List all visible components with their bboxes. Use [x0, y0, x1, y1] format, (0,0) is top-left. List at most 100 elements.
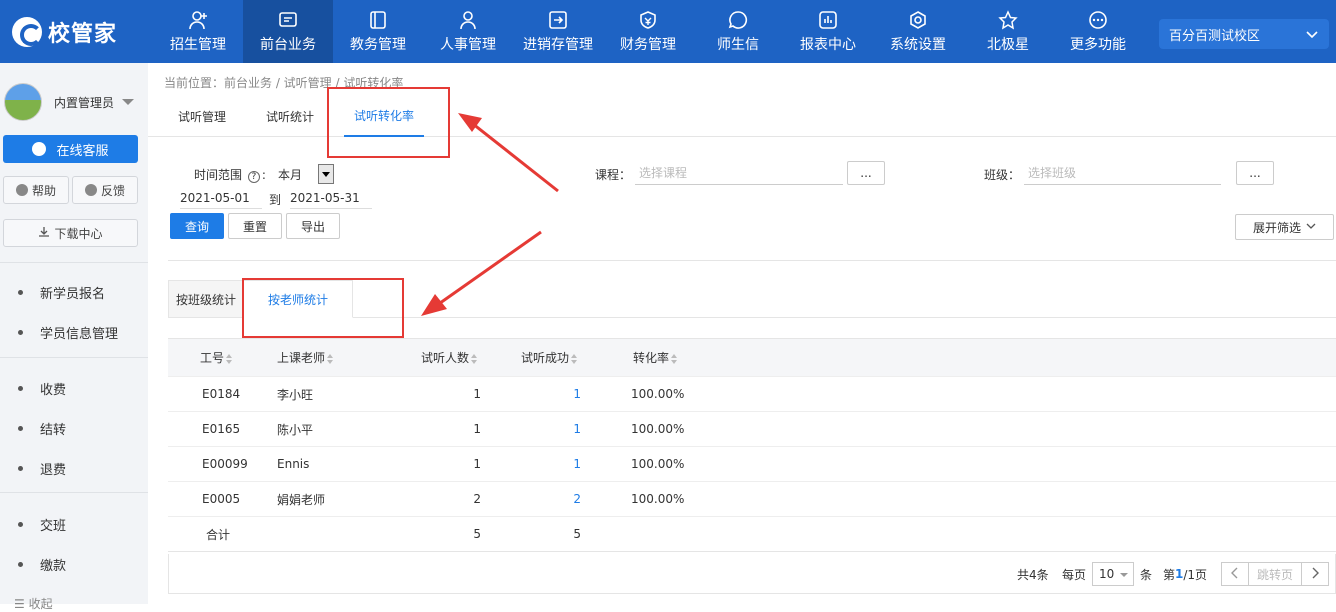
nav-item-polaris[interactable]: 北极星: [963, 0, 1053, 63]
time-range-value: 本月: [278, 167, 303, 182]
sort-icon: [671, 353, 678, 364]
col-header-success[interactable]: 试听成功: [512, 349, 624, 366]
cell-rate: 100.00%: [631, 387, 685, 401]
menu-icon: ☰: [14, 597, 29, 611]
class-input[interactable]: 选择班级: [1024, 161, 1221, 185]
menu-item-new-student[interactable]: 新学员报名: [0, 272, 148, 312]
header-label: 上课老师: [277, 351, 326, 365]
main-content: 当前位置：前台业务 / 试听管理 / 试听转化率 试听管理 试听统计 试听转化率…: [148, 63, 1336, 604]
cell-success-link[interactable]: 1: [481, 457, 581, 471]
cell-success-link[interactable]: 2: [481, 492, 581, 506]
sort-icon: [327, 353, 334, 364]
cell-teacher: 娟娟老师: [277, 492, 326, 507]
menu-item-payment[interactable]: 缴款: [0, 544, 148, 584]
col-header-rate[interactable]: 转化率: [624, 349, 744, 366]
cell-success-link[interactable]: 1: [481, 387, 581, 401]
date-from-input[interactable]: 2021-05-01: [180, 187, 262, 209]
cell-success-link[interactable]: 1: [481, 422, 581, 436]
online-service-button[interactable]: 在线客服: [3, 135, 138, 163]
chat-icon: [728, 10, 748, 30]
next-page-button[interactable]: [1301, 562, 1329, 586]
user-name: 内置管理员: [54, 95, 115, 110]
col-header-count[interactable]: 试听人数: [418, 349, 512, 366]
cell-rate: 100.00%: [631, 457, 685, 471]
nav-item-enrollment[interactable]: 招生管理: [153, 0, 243, 63]
chevron-down-icon: [1306, 220, 1316, 234]
question-icon[interactable]: ?: [247, 171, 260, 183]
cell-teacher: 李小旺: [277, 387, 314, 402]
divider: [0, 357, 148, 358]
per-page-unit: 条: [1140, 567, 1153, 582]
campus-select[interactable]: 百分百测试校区: [1159, 19, 1329, 49]
exchange-icon: [548, 10, 568, 30]
menu-group-1: 新学员报名 学员信息管理: [0, 272, 148, 352]
nav-item-more[interactable]: 更多功能: [1053, 0, 1143, 63]
user-info[interactable]: 内置管理员: [4, 83, 114, 121]
highlight-box: [327, 87, 450, 158]
nav-item-front-desk[interactable]: 前台业务: [243, 0, 333, 63]
menu-item-refund[interactable]: 退费: [0, 448, 148, 488]
divider: [168, 260, 1336, 261]
menu-item-student-info[interactable]: 学员信息管理: [0, 312, 148, 352]
online-service-label: 在线客服: [56, 143, 109, 159]
download-center-button[interactable]: 下载中心: [3, 219, 138, 247]
nav-item-inventory[interactable]: 进销存管理: [513, 0, 603, 63]
expand-filter-button[interactable]: 展开筛选: [1235, 214, 1334, 240]
person-icon: [458, 10, 478, 30]
cell-rate: 100.00%: [631, 492, 685, 506]
help-button[interactable]: 帮助: [3, 176, 69, 204]
class-picker-button[interactable]: ...: [1236, 161, 1274, 185]
cell-id: E0165: [202, 422, 241, 436]
col-header-id[interactable]: 工号: [168, 349, 258, 366]
menu-group-3: 交班 缴款: [0, 504, 148, 584]
nav-label: 报表中心: [800, 36, 856, 53]
campus-label: 百分百测试校区: [1169, 28, 1261, 44]
menu-item-handover[interactable]: 交班: [0, 504, 148, 544]
header-label: 工号: [200, 351, 225, 365]
jump-page-input[interactable]: 跳转页: [1248, 562, 1302, 586]
nav-label: 进销存管理: [523, 36, 593, 53]
header-label: 转化率: [633, 351, 670, 365]
download-label: 下载中心: [54, 226, 103, 241]
menu-group-2: 收费 结转 退费: [0, 368, 148, 488]
page-current: 1: [1175, 567, 1184, 581]
caret-down-icon[interactable]: [122, 99, 134, 105]
time-range-select[interactable]: 本月: [278, 164, 334, 184]
nav-item-finance[interactable]: 财务管理: [603, 0, 693, 63]
nav-item-reports[interactable]: 报表中心: [783, 0, 873, 63]
per-page-value: 10: [1099, 567, 1115, 581]
feedback-button[interactable]: 反馈: [72, 176, 138, 204]
avatar: [4, 83, 42, 121]
tab-trial-management[interactable]: 试听管理: [178, 95, 226, 137]
collapse-label: 收起: [28, 597, 53, 611]
table-total-row: 合计 5 5: [168, 517, 1336, 552]
nav-item-messages[interactable]: 师生信: [693, 0, 783, 63]
class-label: 班级：: [984, 168, 1021, 182]
logo[interactable]: 校管家: [12, 17, 117, 47]
menu-item-transfer[interactable]: 结转: [0, 408, 148, 448]
chart-icon: [818, 10, 838, 30]
col-header-teacher[interactable]: 上课老师: [258, 349, 418, 366]
date-to-input[interactable]: 2021-05-31: [290, 187, 372, 209]
prev-page-button[interactable]: [1221, 562, 1249, 586]
nav-item-academic[interactable]: 教务管理: [333, 0, 423, 63]
time-range-text: 时间范围: [194, 168, 243, 182]
course-picker-button[interactable]: ...: [847, 161, 885, 185]
export-button[interactable]: 导出: [286, 213, 340, 239]
nav-item-hr[interactable]: 人事管理: [423, 0, 513, 63]
sort-icon: [571, 353, 578, 364]
menu-item-charge[interactable]: 收费: [0, 368, 148, 408]
course-input[interactable]: 选择课程: [635, 161, 843, 185]
page-rest: /1页: [1183, 567, 1208, 582]
top-navbar: 校管家 招生管理 前台业务 教务管理 人事管理 进销存管理 财务管理 师生信 报…: [0, 0, 1336, 63]
per-page-select[interactable]: 10: [1092, 562, 1134, 586]
tab-by-class[interactable]: 按班级统计: [168, 280, 244, 318]
query-button[interactable]: 查询: [170, 213, 224, 239]
feedback-icon: [84, 184, 97, 196]
tab-trial-statistics[interactable]: 试听统计: [266, 95, 314, 137]
dropdown-arrow-icon: [318, 164, 334, 184]
reset-button[interactable]: 重置: [228, 213, 282, 239]
table-row: E0005 娟娟老师 2 2 100.00%: [168, 482, 1336, 517]
nav-label: 招生管理: [170, 36, 226, 53]
nav-item-settings[interactable]: 系统设置: [873, 0, 963, 63]
